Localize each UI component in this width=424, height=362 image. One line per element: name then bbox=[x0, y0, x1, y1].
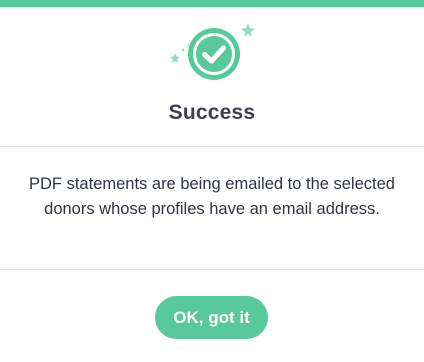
dialog-message: PDF statements are being emailed to the … bbox=[29, 175, 395, 218]
divider bbox=[0, 269, 424, 270]
divider bbox=[0, 146, 424, 147]
dialog-title: Success bbox=[168, 101, 256, 124]
ok-got-it-button[interactable]: OK, got it bbox=[155, 296, 268, 339]
success-dialog: Success PDF statements are being emailed… bbox=[0, 0, 424, 362]
dialog-header: Success bbox=[0, 7, 424, 146]
accent-top-bar bbox=[0, 0, 424, 7]
success-check-icon bbox=[170, 23, 255, 80]
